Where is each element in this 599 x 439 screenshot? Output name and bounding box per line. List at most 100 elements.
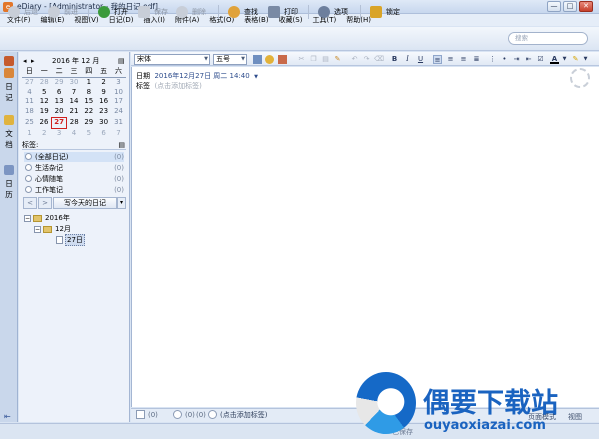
chevron-down-icon[interactable]: ▼ bbox=[560, 55, 569, 64]
calendar-day[interactable]: 6 bbox=[52, 88, 67, 98]
calendar-day[interactable]: 29 bbox=[52, 77, 67, 87]
lock-button[interactable]: 锁定 bbox=[370, 5, 400, 19]
calendar-day[interactable]: 4 bbox=[67, 128, 82, 138]
align-center-icon[interactable]: ≡ bbox=[446, 55, 455, 64]
calendar-day[interactable]: 14 bbox=[67, 97, 82, 107]
calendar-day[interactable]: 2 bbox=[96, 77, 111, 87]
add-tag-link[interactable]: (点击添加标签) bbox=[220, 410, 267, 420]
next-entry-button[interactable]: > bbox=[38, 197, 52, 209]
calendar-day[interactable]: 8 bbox=[81, 88, 96, 98]
insert-image-icon[interactable] bbox=[253, 55, 262, 64]
tag-item-work[interactable]: 工作笔记 (0) bbox=[24, 185, 124, 195]
justify-icon[interactable]: ≣ bbox=[472, 55, 481, 64]
calendar-day[interactable]: 3 bbox=[111, 77, 126, 87]
calendar-day[interactable]: 26 bbox=[37, 117, 52, 128]
calendar-day[interactable]: 15 bbox=[81, 97, 96, 107]
calendar-day[interactable]: 2 bbox=[37, 128, 52, 138]
view-toggle[interactable]: 视图 bbox=[568, 412, 582, 422]
calendar-day[interactable]: 17 bbox=[111, 97, 126, 107]
undo-icon[interactable]: ↶ bbox=[350, 55, 359, 64]
calendar-day[interactable]: 5 bbox=[81, 128, 96, 138]
calendar-day[interactable]: 30 bbox=[96, 117, 111, 128]
diary-editor[interactable] bbox=[131, 67, 599, 407]
font-size-select[interactable]: 五号 ▼ bbox=[213, 54, 247, 65]
insert-table-icon[interactable] bbox=[278, 55, 287, 64]
copy-icon[interactable]: ❐ bbox=[309, 55, 318, 64]
highlight-icon[interactable]: ✎ bbox=[571, 55, 580, 64]
tab-calendar[interactable]: 日历 bbox=[2, 178, 16, 200]
calendar-day[interactable]: 4 bbox=[22, 88, 37, 98]
save-button[interactable]: 保存 bbox=[138, 5, 168, 19]
calendar-prev-button[interactable]: ◂ bbox=[23, 56, 27, 66]
chevron-down-icon[interactable]: ▼ bbox=[254, 74, 258, 80]
chevron-down-icon[interactable]: ▼ bbox=[581, 55, 590, 64]
calendar-day[interactable]: 24 bbox=[111, 107, 126, 117]
tag-item-all[interactable]: (全部日记) (0) bbox=[24, 152, 124, 162]
calendar-day[interactable]: 9 bbox=[96, 88, 111, 98]
close-button[interactable]: ✕ bbox=[579, 1, 593, 12]
calendar-day[interactable]: 7 bbox=[67, 88, 82, 98]
write-today-button[interactable]: 写今天的日记 bbox=[53, 197, 117, 209]
calendar-day[interactable]: 3 bbox=[52, 128, 67, 138]
calendar-next-button[interactable]: ▸ bbox=[31, 56, 35, 66]
font-select[interactable]: 宋体 ▼ bbox=[134, 54, 210, 65]
underline-button[interactable]: U bbox=[416, 55, 425, 64]
font-color-button[interactable]: A bbox=[550, 55, 559, 64]
weather-icon[interactable] bbox=[570, 68, 590, 88]
attachment-icon[interactable] bbox=[136, 410, 145, 419]
tab-diary[interactable]: 日记 bbox=[2, 81, 16, 103]
options-button[interactable]: 选项 bbox=[318, 5, 348, 19]
format-painter-icon[interactable]: ✎ bbox=[333, 55, 342, 64]
collapse-panel-icon[interactable]: ⇤ bbox=[4, 412, 11, 421]
tag-item-life[interactable]: 生活杂记 (0) bbox=[24, 163, 124, 173]
insert-emoticon-icon[interactable] bbox=[265, 55, 274, 64]
calendar-day[interactable]: 11 bbox=[22, 97, 37, 107]
collapse-icon[interactable]: − bbox=[24, 214, 31, 222]
calendar-day-today[interactable]: 27 bbox=[51, 116, 68, 129]
back-button[interactable]: 后退 bbox=[8, 5, 38, 19]
tag-item-mood[interactable]: 心情随笔 (0) bbox=[24, 174, 124, 184]
calendar-day[interactable]: 12 bbox=[37, 97, 52, 107]
calendar-day[interactable]: 1 bbox=[22, 128, 37, 138]
tree-node-day[interactable]: 27日 bbox=[56, 234, 85, 246]
tab-docs[interactable]: 文档 bbox=[2, 128, 16, 150]
tags-menu-icon[interactable]: ▤ bbox=[118, 140, 125, 150]
calendar-day[interactable]: 30 bbox=[67, 77, 82, 87]
calendar-day[interactable]: 28 bbox=[67, 117, 82, 128]
align-left-icon[interactable]: ≡ bbox=[433, 55, 442, 64]
bullet-list-icon[interactable]: • bbox=[500, 55, 509, 64]
align-right-icon[interactable]: ≡ bbox=[459, 55, 468, 64]
search-input[interactable]: 搜索 bbox=[508, 32, 588, 45]
calendar-month-label[interactable]: 2016 年 12 月 bbox=[52, 56, 99, 66]
italic-button[interactable]: I bbox=[403, 55, 412, 64]
minimize-button[interactable]: — bbox=[547, 1, 561, 12]
calendar-day[interactable]: 1 bbox=[81, 77, 96, 87]
find-button[interactable]: 查找 bbox=[228, 5, 258, 19]
tree-node-month[interactable]: −12月 bbox=[34, 224, 71, 234]
clear-format-icon[interactable]: ⌫ bbox=[374, 55, 384, 64]
calendar-day[interactable]: 7 bbox=[111, 128, 126, 138]
checklist-icon[interactable]: ☑ bbox=[536, 55, 545, 64]
calendar-day[interactable]: 6 bbox=[96, 128, 111, 138]
calendar-day[interactable]: 21 bbox=[67, 107, 82, 117]
calendar-day[interactable]: 13 bbox=[52, 97, 67, 107]
write-dropdown-button[interactable]: ▾ bbox=[117, 197, 126, 209]
calendar-day[interactable]: 25 bbox=[22, 117, 37, 128]
print-button[interactable]: 打印 bbox=[268, 5, 298, 19]
calendar-day[interactable]: 16 bbox=[96, 97, 111, 107]
bold-button[interactable]: B bbox=[390, 55, 399, 64]
calendar-day[interactable]: 18 bbox=[22, 107, 37, 117]
calendar-day[interactable]: 27 bbox=[22, 77, 37, 87]
maximize-button[interactable]: □ bbox=[563, 1, 577, 12]
calendar-day[interactable]: 29 bbox=[81, 117, 96, 128]
numbered-list-icon[interactable]: ⋮ bbox=[488, 55, 497, 64]
calendar-day[interactable]: 23 bbox=[96, 107, 111, 117]
calendar-day[interactable]: 5 bbox=[37, 88, 52, 98]
redo-icon[interactable]: ↷ bbox=[362, 55, 371, 64]
cut-icon[interactable]: ✂ bbox=[297, 55, 306, 64]
calendar-day[interactable]: 28 bbox=[37, 77, 52, 87]
collapse-icon[interactable]: − bbox=[34, 225, 41, 233]
comment-icon[interactable] bbox=[173, 410, 182, 419]
date-value[interactable]: 2016年12月27日 周二 14:40 bbox=[154, 72, 249, 80]
paste-icon[interactable]: ▤ bbox=[321, 55, 330, 64]
